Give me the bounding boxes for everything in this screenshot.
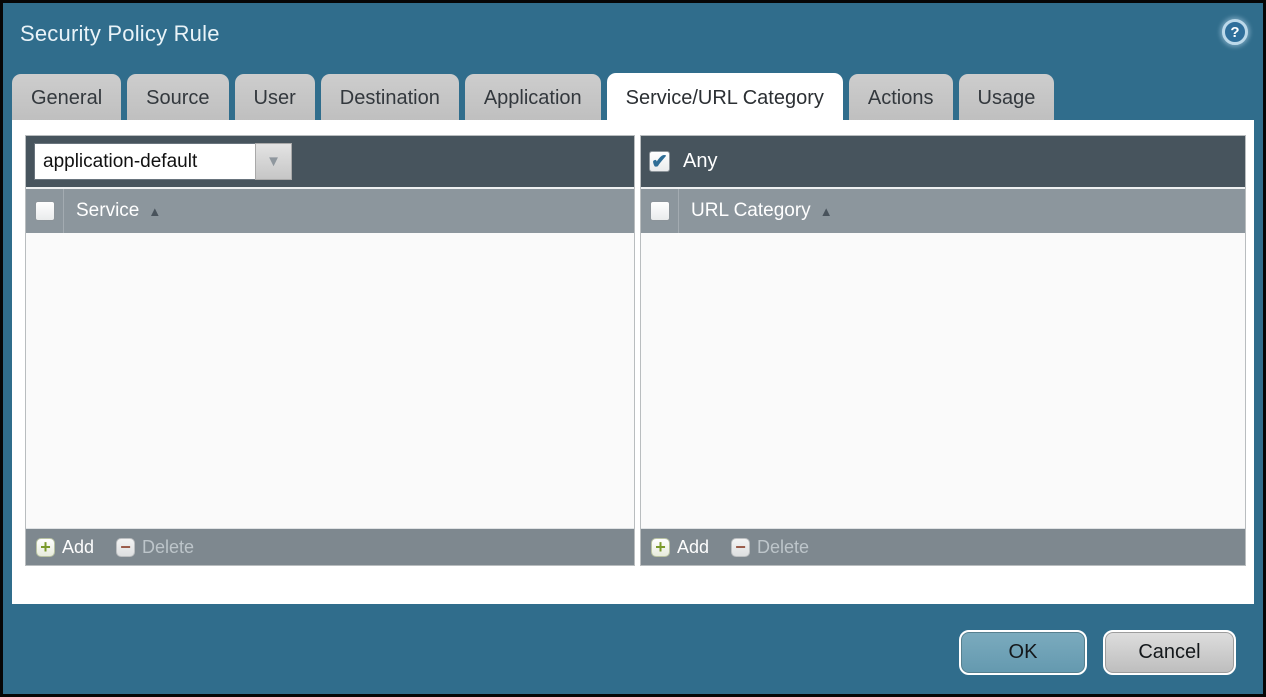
- plus-icon: +: [36, 538, 55, 557]
- ok-button[interactable]: OK: [959, 630, 1087, 675]
- tab-panel-service-url-category: ▼ Service ▲ + Add − Delete: [12, 120, 1254, 604]
- tab-source[interactable]: Source: [127, 74, 228, 121]
- cancel-button[interactable]: Cancel: [1103, 630, 1236, 675]
- service-table-header: Service ▲: [26, 187, 634, 233]
- service-type-input[interactable]: [34, 143, 255, 180]
- plus-icon: +: [651, 538, 670, 557]
- any-checkbox-label: Any: [683, 150, 717, 173]
- url-category-footer: + Add − Delete: [641, 528, 1245, 565]
- chevron-down-icon: ▼: [266, 154, 281, 169]
- service-column-header[interactable]: Service: [76, 200, 139, 222]
- service-footer: + Add − Delete: [26, 528, 634, 565]
- url-category-add-label: Add: [677, 537, 709, 558]
- service-panel: ▼ Service ▲ + Add − Delete: [25, 135, 635, 566]
- tab-strip: General Source User Destination Applicat…: [12, 73, 1254, 121]
- service-select-all-cell: [26, 189, 64, 233]
- service-select-all-checkbox[interactable]: [35, 201, 55, 221]
- url-category-select-all-checkbox[interactable]: [650, 201, 670, 221]
- service-type-dropdown-button[interactable]: ▼: [255, 143, 292, 180]
- tab-destination[interactable]: Destination: [321, 74, 459, 121]
- url-category-select-all-cell: [641, 189, 679, 233]
- help-icon[interactable]: ?: [1222, 19, 1248, 45]
- url-category-table-header: URL Category ▲: [641, 187, 1245, 233]
- url-category-add-button[interactable]: + Add: [651, 537, 709, 558]
- service-toolbar: ▼: [26, 136, 634, 187]
- service-add-label: Add: [62, 537, 94, 558]
- tab-general[interactable]: General: [12, 74, 121, 121]
- minus-icon: −: [731, 538, 750, 557]
- tab-user[interactable]: User: [235, 74, 315, 121]
- url-category-panel: ✔ Any URL Category ▲ + Add − Delete: [640, 135, 1246, 566]
- tab-usage[interactable]: Usage: [959, 74, 1055, 121]
- service-add-button[interactable]: + Add: [36, 537, 94, 558]
- service-table-body: [26, 233, 634, 528]
- service-delete-button[interactable]: − Delete: [116, 537, 194, 558]
- tab-application[interactable]: Application: [465, 74, 601, 121]
- minus-icon: −: [116, 538, 135, 557]
- security-policy-rule-dialog: Security Policy Rule ? General Source Us…: [0, 0, 1266, 697]
- tab-service-url-category[interactable]: Service/URL Category: [607, 73, 843, 121]
- url-category-column-header[interactable]: URL Category: [691, 200, 811, 222]
- sort-ascending-icon[interactable]: ▲: [820, 204, 833, 219]
- url-category-table-body: [641, 233, 1245, 528]
- service-delete-label: Delete: [142, 537, 194, 558]
- url-category-toolbar: ✔ Any: [641, 136, 1245, 187]
- url-category-delete-label: Delete: [757, 537, 809, 558]
- dialog-title: Security Policy Rule: [20, 21, 220, 46]
- sort-ascending-icon[interactable]: ▲: [148, 204, 161, 219]
- url-category-delete-button[interactable]: − Delete: [731, 537, 809, 558]
- any-checkbox[interactable]: ✔: [649, 151, 670, 172]
- tab-actions[interactable]: Actions: [849, 74, 953, 121]
- title-bar: Security Policy Rule: [20, 21, 220, 47]
